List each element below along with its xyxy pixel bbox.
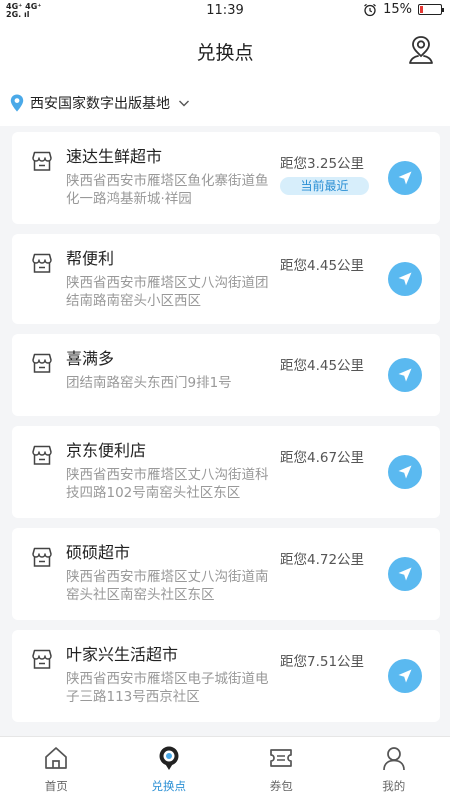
battery-fill	[420, 6, 423, 13]
store-name: 硕硕超市	[66, 543, 131, 562]
store-distance: 距您3.25公里	[280, 156, 365, 172]
store-icon	[32, 253, 52, 273]
store-name: 喜满多	[66, 349, 115, 368]
store-distance: 距您4.72公里	[280, 552, 365, 568]
location-name: 西安国家数字出版基地	[30, 96, 170, 112]
home-icon	[45, 747, 68, 769]
store-name: 速达生鲜超市	[66, 147, 163, 166]
store-address: 团结南路窑头东西门9排1号	[66, 375, 232, 391]
status-right: 15%	[363, 2, 444, 17]
store-icon	[32, 353, 52, 373]
tab-label: 兑换点	[151, 779, 187, 793]
navigate-button[interactable]	[388, 455, 422, 489]
page-title: 兑换点	[196, 42, 254, 64]
store-card[interactable]: 京东便利店陕西省西安市雁塔区丈八沟街道科技四路102号南窑头社区东区 距您4.67…	[12, 426, 440, 518]
coupon-icon	[270, 749, 293, 767]
store-icon	[32, 445, 52, 465]
store-card[interactable]: 速达生鲜超市陕西省西安市雁塔区鱼化寨街道鱼化一路鸿基新城·祥园 距您3.25公里当…	[12, 132, 440, 224]
navigation-arrow-icon	[398, 669, 412, 683]
navigate-button[interactable]	[388, 659, 422, 693]
battery-percent: 15%	[383, 2, 412, 17]
status-bar: 4G⁺ 4G⁺ 2G. ıl 11:39 15%	[0, 0, 450, 22]
store-card[interactable]: 叶家兴生活超市陕西省西安市雁塔区电子城街道电子三路113号西京社区 距您7.51公…	[12, 630, 440, 722]
store-address: 陕西省西安市雁塔区丈八沟街道科技四路102号南窑头社区东区	[66, 467, 269, 501]
store-icon	[32, 151, 52, 171]
tab-exchange-points[interactable]: 兑换点	[113, 737, 226, 800]
store-name: 帮便利	[66, 249, 115, 268]
nearest-badge: 当前最近	[280, 177, 369, 195]
navigate-button[interactable]	[388, 557, 422, 591]
store-address: 陕西省西安市雁塔区丈八沟街道团结南路南窑头小区西区	[66, 275, 269, 309]
location-selector[interactable]: 西安国家数字出版基地	[0, 80, 450, 126]
header: 兑换点	[0, 22, 450, 80]
alarm-icon	[364, 3, 376, 16]
location-pin-icon	[159, 746, 179, 770]
location-pin-icon	[10, 94, 24, 112]
store-distance: 距您4.45公里	[280, 358, 365, 374]
navigation-arrow-icon	[398, 567, 412, 581]
store-icon	[32, 547, 52, 567]
store-card[interactable]: 硕硕超市陕西省西安市雁塔区丈八沟街道南窑头社区南窑头社区东区 距您4.72公里	[12, 528, 440, 620]
navigate-button[interactable]	[388, 262, 422, 296]
tab-label: 首页	[44, 779, 68, 793]
store-card[interactable]: 帮便利陕西省西安市雁塔区丈八沟街道团结南路南窑头小区西区 距您4.45公里	[12, 234, 440, 324]
navigation-arrow-icon	[398, 368, 412, 382]
tab-label: 我的	[382, 779, 406, 793]
tab-label: 券包	[269, 779, 293, 793]
store-distance: 距您4.67公里	[280, 450, 365, 466]
store-distance: 距您7.51公里	[280, 654, 365, 670]
store-name: 京东便利店	[66, 441, 147, 460]
chevron-down-icon	[179, 100, 189, 107]
store-card[interactable]: 喜满多团结南路窑头东西门9排1号 距您4.45公里	[12, 334, 440, 416]
tab-bar: 首页 兑换点 券包 我的	[0, 736, 450, 800]
battery-icon	[418, 4, 444, 15]
tab-coupons[interactable]: 券包	[225, 737, 338, 800]
tab-home[interactable]: 首页	[0, 737, 113, 800]
store-distance: 距您4.45公里	[280, 258, 365, 274]
store-icon	[32, 649, 52, 669]
user-icon	[382, 747, 405, 771]
navigate-button[interactable]	[388, 358, 422, 392]
store-address: 陕西省西安市雁塔区丈八沟街道南窑头社区南窑头社区东区	[66, 569, 269, 603]
navigation-arrow-icon	[398, 272, 412, 286]
store-name: 叶家兴生活超市	[66, 645, 179, 664]
navigation-arrow-icon	[398, 465, 412, 479]
store-address: 陕西省西安市雁塔区电子城街道电子三路113号西京社区	[66, 671, 269, 705]
user-location-icon[interactable]	[406, 34, 436, 66]
store-list: 速达生鲜超市陕西省西安市雁塔区鱼化寨街道鱼化一路鸿基新城·祥园 距您3.25公里当…	[12, 132, 440, 732]
tab-profile[interactable]: 我的	[338, 737, 450, 800]
navigation-arrow-icon	[398, 171, 412, 185]
store-address: 陕西省西安市雁塔区鱼化寨街道鱼化一路鸿基新城·祥园	[66, 173, 269, 207]
navigate-button[interactable]	[388, 161, 422, 195]
